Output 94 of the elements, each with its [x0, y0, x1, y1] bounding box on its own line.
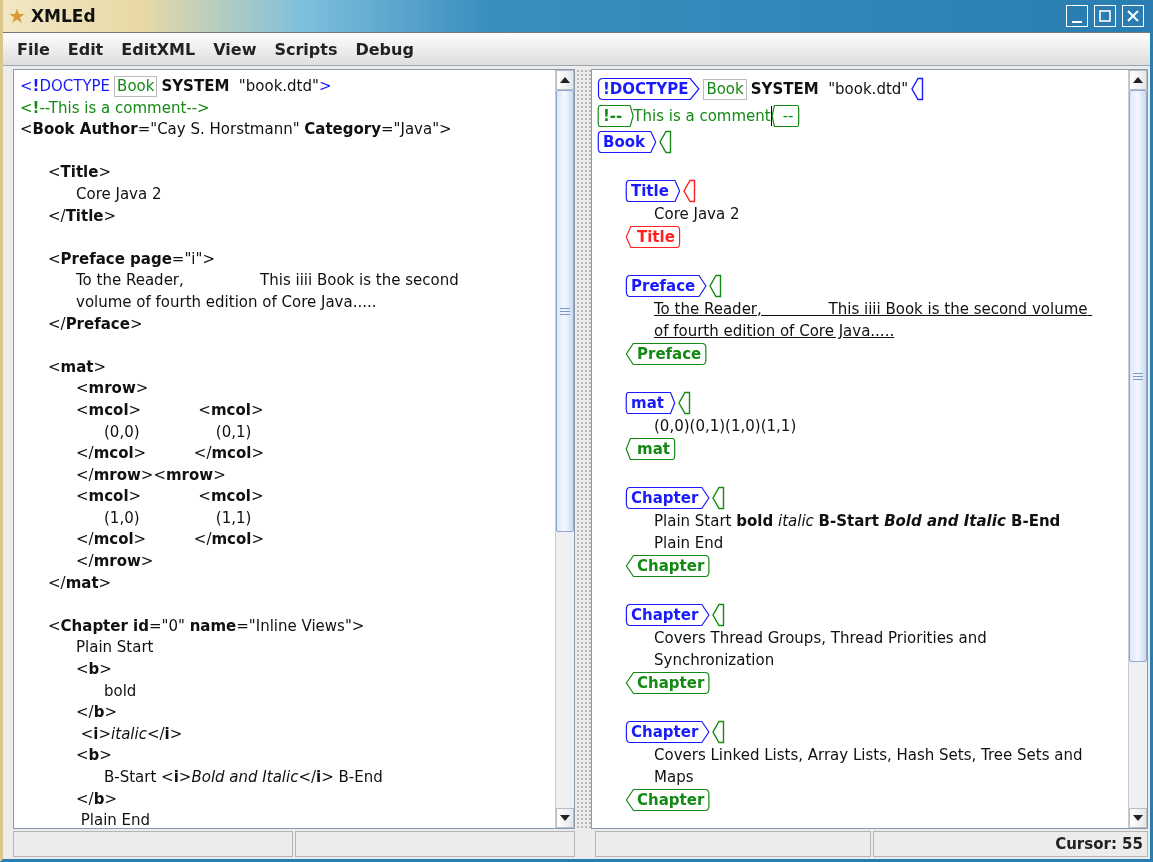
source-line: Core Java 2 — [76, 183, 163, 205]
source-line: <i>italic</i> — [79, 723, 184, 745]
source-line: To the Reader, This iiii Book is the second — [76, 270, 460, 292]
open-tag[interactable]: Chapter — [626, 721, 710, 743]
source-line: </b> — [76, 702, 118, 724]
close-tag[interactable]: Chapter — [626, 789, 710, 811]
source-line: Plain End — [79, 810, 152, 828]
open-tag[interactable]: Book — [598, 131, 657, 153]
source-line: <mrow> — [76, 378, 150, 400]
source-line: <b> — [76, 745, 113, 767]
element-text: Plain Start bold italic B-Start Bold and Italic B-End Plain End — [654, 511, 1062, 554]
end-marker-icon[interactable] — [676, 391, 691, 415]
end-marker-icon[interactable] — [711, 486, 726, 510]
element-text: (0,0)(0,1)(1,0)(1,1) — [654, 416, 798, 437]
source-line: Plain Start — [76, 637, 155, 659]
element-text: Covers Linked Lists, Array Lists, Hash Sets, Tree Sets and Maps — [654, 745, 1084, 788]
scrollbar-thumb[interactable] — [556, 90, 574, 532]
scrollbar-thumb[interactable] — [1129, 90, 1147, 662]
source-line: <Preface page="i"> — [48, 248, 216, 270]
menu-item[interactable]: EditXML — [115, 37, 202, 61]
menu-item[interactable]: File — [11, 37, 56, 61]
end-marker-icon[interactable] — [708, 274, 723, 298]
source-line: </mat> — [48, 572, 113, 594]
end-marker-icon[interactable] — [711, 603, 726, 627]
maximize-button[interactable] — [1094, 5, 1116, 27]
source-line: volume of fourth edition of Core Java..... — [76, 291, 378, 313]
scroll-down-button[interactable] — [1129, 808, 1147, 828]
close-tag[interactable]: Preface — [626, 343, 707, 365]
element-text: To the Reader, This iiii Book is the second volume of fourth edition of Core Java..... — [654, 299, 1089, 342]
source-line: </mrow><mrow> — [76, 464, 227, 486]
source-line: </Preface> — [48, 313, 144, 335]
source-line: bold — [104, 680, 138, 702]
close-tag[interactable]: mat — [626, 438, 675, 460]
end-marker-icon[interactable] — [681, 179, 696, 203]
source-line: <Book Author="Cay S. Horstmann" Category="Java"> — [20, 119, 453, 141]
scroll-up-button[interactable] — [556, 70, 574, 90]
menu-item[interactable]: View — [207, 37, 263, 61]
open-tag[interactable]: Chapter — [626, 487, 710, 509]
source-line: (0,0) (0,1) — [104, 421, 253, 443]
source-line: <mat> — [48, 356, 108, 378]
source-line: <b> — [76, 659, 113, 681]
doctype-text: SYSTEM "book.dtd" — [161, 76, 319, 97]
doctype-bracket: > — [318, 76, 332, 97]
doctype-keyword: <!DOCTYPE — [20, 76, 111, 97]
source-line: (1,0) (1,1) — [104, 507, 253, 529]
down-arrow-icon — [1133, 815, 1143, 821]
menu-item[interactable]: Scripts — [268, 37, 344, 61]
up-arrow-icon — [1133, 77, 1143, 83]
scroll-up-button[interactable] — [1129, 70, 1147, 90]
close-button[interactable] — [1122, 5, 1144, 27]
minimize-button[interactable] — [1066, 5, 1088, 27]
open-tag[interactable]: Title — [626, 180, 680, 202]
close-icon — [1126, 9, 1140, 23]
source-line: </Title> — [48, 205, 118, 227]
scroll-down-button[interactable] — [556, 808, 574, 828]
maximize-icon — [1098, 9, 1112, 23]
close-tag[interactable]: Chapter — [626, 672, 710, 694]
root-element-name: Book — [703, 78, 747, 100]
doctype-text: SYSTEM "book.dtd" — [750, 80, 909, 98]
open-tag[interactable]: Preface — [626, 275, 707, 297]
open-tag[interactable]: Chapter — [626, 604, 710, 626]
up-arrow-icon — [560, 77, 570, 83]
source-line: <mcol> <mcol> — [76, 399, 265, 421]
source-line: B-Start <i>Bold and Italic</i> B-End — [104, 767, 384, 788]
cursor-position: Cursor: 55 — [872, 831, 1148, 857]
grip-icon — [560, 307, 570, 315]
source-line: </mcol> </mcol> — [76, 443, 265, 465]
source-line: </mcol> </mcol> — [76, 529, 265, 551]
comment-text: This is a comment — [633, 107, 771, 125]
menu-item[interactable]: Edit — [61, 37, 110, 61]
element-text: Core Java 2 — [654, 204, 741, 225]
root-element-name: Book — [114, 76, 158, 98]
end-marker-icon[interactable] — [658, 130, 673, 154]
element-text: Covers Thread Groups, Thread Priorities and Synchronization — [654, 628, 988, 671]
end-marker-icon[interactable] — [711, 720, 726, 744]
source-line: </mrow> — [76, 551, 155, 573]
doctype-tag[interactable]: !DOCTYPE — [598, 78, 700, 100]
close-tag[interactable]: Chapter — [626, 555, 710, 577]
source-line: <Chapter id="0" name="Inline Views"> — [48, 615, 366, 637]
close-tag[interactable]: Title — [626, 226, 680, 248]
end-marker-icon[interactable] — [910, 77, 925, 101]
minimize-icon — [1072, 21, 1082, 23]
comment-line: <!--This is a comment--> — [20, 97, 211, 119]
open-tag[interactable]: mat — [626, 392, 675, 414]
window-title: XMLEd — [31, 6, 97, 26]
grip-icon — [1133, 372, 1143, 380]
down-arrow-icon — [560, 815, 570, 821]
source-line: <mcol> <mcol> — [76, 486, 265, 508]
source-line: </b> — [76, 788, 118, 810]
source-line: <Title> — [48, 162, 112, 184]
comment-end-tag[interactable]: -- — [771, 105, 799, 127]
star-icon — [9, 8, 25, 24]
comment-start-tag[interactable]: !-- — [598, 105, 634, 127]
menu-item[interactable]: Debug — [349, 37, 420, 61]
